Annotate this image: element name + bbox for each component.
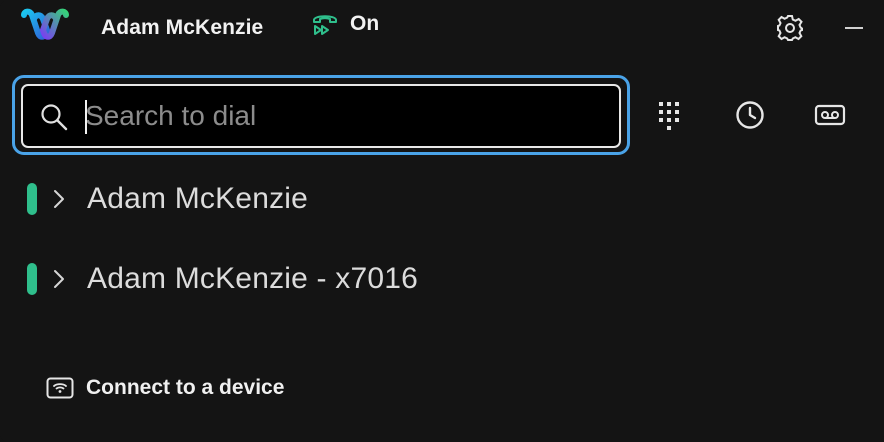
search-input[interactable] — [85, 96, 605, 136]
app-window: Adam McKenzie On Search to dial Adam McK… — [0, 0, 884, 442]
settings-button[interactable] — [774, 12, 806, 44]
status-label: On — [350, 12, 380, 35]
minimize-button[interactable] — [838, 12, 870, 44]
search-box[interactable] — [21, 84, 621, 148]
result-label: Adam McKenzie — [87, 182, 309, 215]
clock-icon — [736, 101, 764, 129]
header-bar: Adam McKenzie On — [0, 0, 884, 56]
search-result-item[interactable]: Adam McKenzie — [0, 174, 884, 224]
chevron-right-icon[interactable] — [51, 266, 67, 292]
device-connect-icon — [46, 377, 74, 399]
gear-icon — [777, 15, 803, 41]
text-caret — [85, 100, 87, 134]
minimize-icon — [845, 27, 863, 29]
connect-device-label: Connect to a device — [86, 376, 285, 399]
presence-indicator — [27, 183, 37, 215]
call-forward-icon — [313, 15, 337, 35]
dialpad-icon — [659, 102, 679, 130]
search-icon — [41, 104, 68, 131]
connect-device-button[interactable]: Connect to a device — [46, 374, 284, 402]
voicemail-icon — [814, 104, 846, 126]
search-result-item[interactable]: Adam McKenzie - x7016 — [0, 254, 884, 304]
presence-indicator — [27, 263, 37, 295]
webex-logo-icon — [21, 8, 69, 40]
dialpad-button[interactable] — [652, 98, 686, 132]
voicemail-button[interactable] — [813, 98, 847, 132]
call-status[interactable]: On — [310, 9, 379, 39]
result-label: Adam McKenzie - x7016 — [87, 262, 419, 295]
user-name[interactable]: Adam McKenzie — [101, 16, 263, 40]
chevron-right-icon[interactable] — [51, 186, 67, 212]
call-history-button[interactable] — [733, 98, 767, 132]
